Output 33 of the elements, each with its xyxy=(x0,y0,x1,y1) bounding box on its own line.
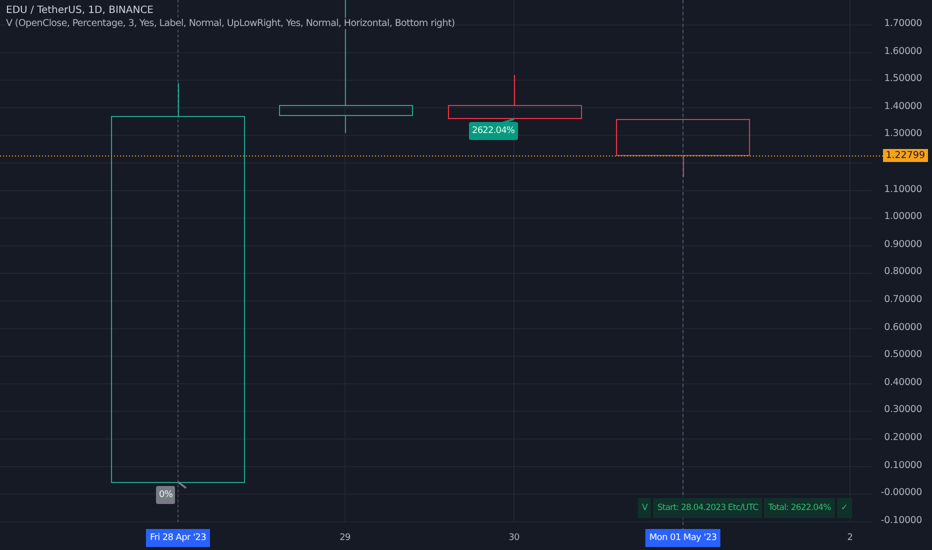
price-tick-label: -0.00000 xyxy=(880,487,922,498)
time-label: Fri 28 Apr '23 xyxy=(146,529,210,547)
price-tick-label: 0.20000 xyxy=(884,432,922,443)
table-cell: Total: 2622.04% xyxy=(764,498,835,518)
price-tick-label: 0.30000 xyxy=(884,404,922,416)
price-tick-label: 0.90000 xyxy=(884,238,922,250)
time-label: 2 xyxy=(846,532,854,545)
table-cell: Start: 28.04.2023 Etc/UTC xyxy=(653,498,762,518)
indicator-label: V (OpenClose, Percentage, 3, Yes, Label, Normal, UpLowRight, Yes, Normal, Horizontal, Bottom right) xyxy=(6,18,455,29)
price-tick-label: 1.70000 xyxy=(884,18,922,29)
time-label: Mon 01 May '23 xyxy=(645,529,721,547)
leader-line xyxy=(177,481,187,489)
percent-label: 2622.04% xyxy=(469,122,518,140)
table-cell: ✓ xyxy=(836,498,852,518)
current-price-badge: 1.22799 xyxy=(882,149,928,162)
time-label: 30 xyxy=(508,532,520,545)
price-tick-label: 0.50000 xyxy=(884,349,922,360)
price-tick-label: 0.70000 xyxy=(884,294,922,305)
price-tick-label: 0.40000 xyxy=(884,376,922,388)
price-tick-label: 0.80000 xyxy=(884,266,922,278)
price-tick-label: 1.00000 xyxy=(884,211,922,222)
time-label: 29 xyxy=(338,532,352,545)
price-tick-label: 1.10000 xyxy=(884,184,922,195)
chart-title: EDU / TetherUS, 1D, BINANCE xyxy=(6,5,154,16)
price-tick-label: -0.10000 xyxy=(880,514,922,526)
price-tick-label: 0.10000 xyxy=(884,460,922,471)
price-tick-label: 0.60000 xyxy=(884,322,922,333)
table-cell: V xyxy=(638,498,652,518)
percent-label: 0% xyxy=(156,486,176,504)
price-tick-label: 1.40000 xyxy=(884,100,922,112)
price-tick-label: 1.50000 xyxy=(884,73,922,84)
price-tick-label: 1.30000 xyxy=(884,128,922,140)
price-tick-label: 1.60000 xyxy=(884,46,922,57)
